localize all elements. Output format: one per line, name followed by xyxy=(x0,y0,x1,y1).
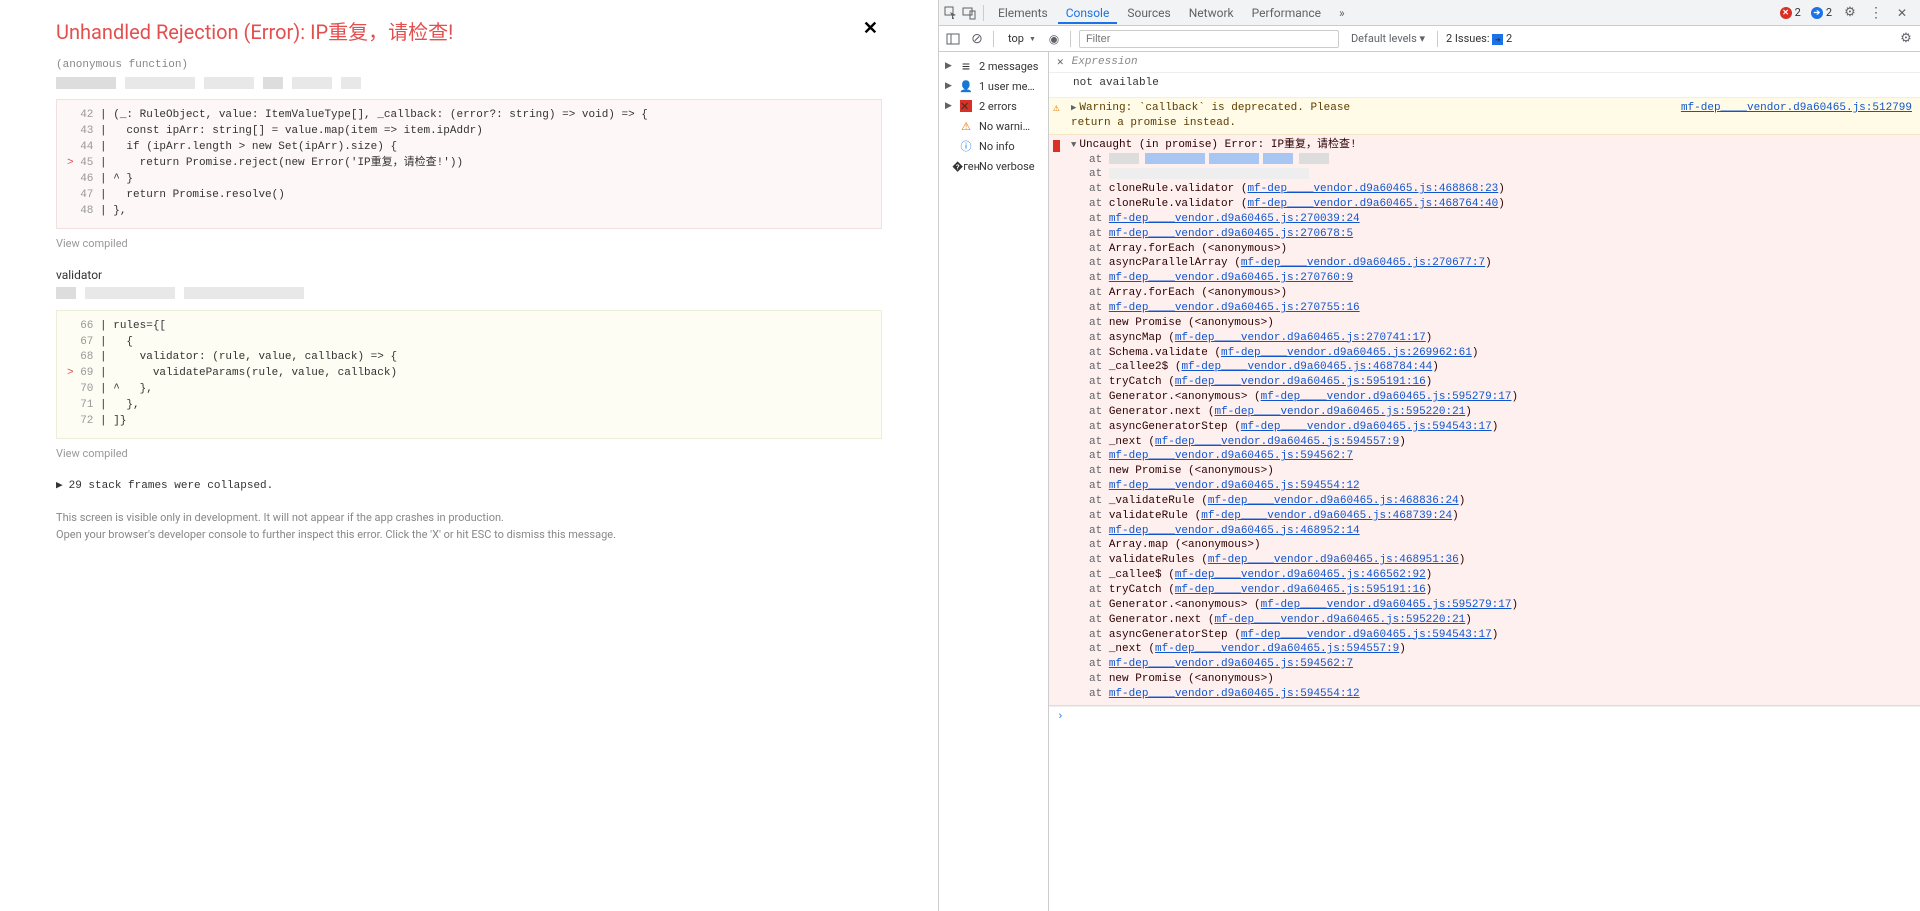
console-sidebar: ▶2 messages ▶👤1 user me… ▶✕2 errors ⚠No … xyxy=(939,52,1049,911)
tabs-overflow[interactable]: » xyxy=(1331,2,1353,24)
sidebar-item-warnings[interactable]: ⚠No warni… xyxy=(939,116,1048,136)
expression-value: not available xyxy=(1049,73,1920,98)
sidebar-item-verbose[interactable]: �генNo verbose xyxy=(939,156,1048,176)
kebab-menu-icon[interactable] xyxy=(1868,5,1884,21)
view-compiled-link[interactable]: View compiled xyxy=(56,237,882,250)
stack-link[interactable]: mf-dep____vendor.d9a60465.js:270755:16 xyxy=(1109,302,1360,314)
warning-source-link[interactable]: mf-dep____vendor.d9a60465.js:512799 xyxy=(1681,101,1912,116)
stack-link[interactable]: mf-dep____vendor.d9a60465.js:594562:7 xyxy=(1109,658,1353,670)
message-count-badge[interactable]: ➔2 xyxy=(1811,6,1832,19)
redacted-source-path-2 xyxy=(56,286,882,300)
view-compiled-link-2[interactable]: View compiled xyxy=(56,447,882,460)
verbose-icon: �ген xyxy=(959,159,973,173)
validator-label: validator xyxy=(56,268,882,282)
error-count-badge[interactable]: ✕2 xyxy=(1780,6,1801,19)
console-output: ✕ Expression not available ⚠ mf-dep____v… xyxy=(1049,52,1920,911)
filter-input[interactable] xyxy=(1079,30,1339,48)
close-devtools-icon[interactable]: ✕ xyxy=(1894,5,1910,21)
stack-link[interactable]: mf-dep____vendor.d9a60465.js:594543:17 xyxy=(1241,421,1492,433)
sidebar-item-info[interactable]: ⓘNo info xyxy=(939,136,1048,156)
stack-link[interactable]: mf-dep____vendor.d9a60465.js:595191:16 xyxy=(1175,584,1426,596)
stack-link[interactable]: mf-dep____vendor.d9a60465.js:594554:12 xyxy=(1109,480,1360,492)
status-badges: ✕2 ➔2 ✕ xyxy=(1780,5,1916,21)
warning-triangle-icon: ⚠ xyxy=(1053,102,1067,117)
anonymous-function-label: (anonymous function) xyxy=(56,59,882,71)
stack-link[interactable]: mf-dep____vendor.d9a60465.js:466562:92 xyxy=(1175,569,1426,581)
stack-link[interactable]: mf-dep____vendor.d9a60465.js:595279:17 xyxy=(1261,599,1512,611)
tab-network[interactable]: Network xyxy=(1181,2,1242,24)
stack-link[interactable]: mf-dep____vendor.d9a60465.js:270760:9 xyxy=(1109,272,1353,284)
stack-link[interactable]: mf-dep____vendor.d9a60465.js:468951:36 xyxy=(1208,554,1459,566)
devtools-tabs: Elements Console Sources Network Perform… xyxy=(939,0,1920,26)
inspect-icon[interactable] xyxy=(943,5,959,21)
redacted-source-path xyxy=(56,75,882,89)
stack-link[interactable]: mf-dep____vendor.d9a60465.js:270677:7 xyxy=(1241,257,1485,269)
code-block-1: 42 | (_: RuleObject, value: ItemValueTyp… xyxy=(56,99,882,229)
error-icon: ✕ xyxy=(959,99,973,113)
stack-link[interactable]: mf-dep____vendor.d9a60465.js:270741:17 xyxy=(1175,332,1426,344)
console-toolbar: top Default levels ▾ 2 Issues: ➔ 2 xyxy=(939,26,1920,52)
stack-link[interactable]: mf-dep____vendor.d9a60465.js:595191:16 xyxy=(1175,376,1426,388)
console-prompt[interactable]: › xyxy=(1049,706,1920,727)
collapsed-frames[interactable]: ▶29 stack frames were collapsed. xyxy=(56,478,882,492)
tab-elements[interactable]: Elements xyxy=(990,2,1056,24)
tab-sources[interactable]: Sources xyxy=(1119,2,1178,24)
log-levels-dropdown[interactable]: Default levels ▾ xyxy=(1347,30,1429,47)
stack-link[interactable]: mf-dep____vendor.d9a60465.js:270678:5 xyxy=(1109,228,1353,240)
tab-performance[interactable]: Performance xyxy=(1244,2,1329,24)
gear-icon[interactable] xyxy=(1842,5,1858,21)
stack-link[interactable]: mf-dep____vendor.d9a60465.js:270039:24 xyxy=(1109,213,1360,225)
stack-link[interactable]: mf-dep____vendor.d9a60465.js:594562:7 xyxy=(1109,450,1353,462)
expression-placeholder[interactable]: Expression xyxy=(1072,56,1138,68)
stack-link[interactable]: mf-dep____vendor.d9a60465.js:594554:12 xyxy=(1109,688,1360,700)
error-overlay: ✕ Unhandled Rejection (Error): IP重复，请检查!… xyxy=(0,0,938,911)
stack-link[interactable]: mf-dep____vendor.d9a60465.js:594557:9 xyxy=(1155,643,1399,655)
sidebar-item-user[interactable]: ▶👤1 user me… xyxy=(939,76,1048,96)
stack-link[interactable]: mf-dep____vendor.d9a60465.js:594543:17 xyxy=(1241,629,1492,641)
stack-link[interactable]: mf-dep____vendor.d9a60465.js:595220:21 xyxy=(1214,406,1465,418)
warning-icon: ⚠ xyxy=(959,119,973,133)
expression-bar: ✕ Expression xyxy=(1049,52,1920,73)
console-error: ✕ ▼Uncaught (in promise) Error: IP重复，请检查… xyxy=(1049,135,1920,706)
stack-link[interactable]: mf-dep____vendor.d9a60465.js:468868:23 xyxy=(1247,183,1498,195)
device-toggle-icon[interactable] xyxy=(961,5,977,21)
user-icon: 👤 xyxy=(959,79,973,93)
live-expression-icon[interactable] xyxy=(1046,31,1062,47)
console-warning: ⚠ mf-dep____vendor.d9a60465.js:512799 ▶W… xyxy=(1049,98,1920,135)
clear-console-icon[interactable] xyxy=(969,31,985,47)
list-icon xyxy=(959,59,973,73)
expand-arrow-icon: ▶ xyxy=(56,480,63,492)
stack-link[interactable]: mf-dep____vendor.d9a60465.js:468784:44 xyxy=(1181,361,1432,373)
stack-link[interactable]: mf-dep____vendor.d9a60465.js:468836:24 xyxy=(1208,495,1459,507)
error-circle-icon: ✕ xyxy=(1053,139,1067,154)
stack-link[interactable]: mf-dep____vendor.d9a60465.js:468952:14 xyxy=(1109,525,1360,537)
stack-trace: at at at cloneRule.validator (mf-dep____… xyxy=(1071,153,1912,702)
error-title: Unhandled Rejection (Error): IP重复，请检查! xyxy=(56,16,882,45)
code-block-2: 66 | rules={[ 67 | { 68 | validator: (ru… xyxy=(56,310,882,440)
expand-icon[interactable]: ▶ xyxy=(1071,103,1076,113)
sidebar-toggle-icon[interactable] xyxy=(945,31,961,47)
close-button[interactable]: ✕ xyxy=(863,18,878,39)
collapse-icon[interactable]: ▼ xyxy=(1071,140,1076,150)
devtools-panel: Elements Console Sources Network Perform… xyxy=(938,0,1920,911)
console-settings-icon[interactable] xyxy=(1898,31,1914,47)
stack-link[interactable]: mf-dep____vendor.d9a60465.js:595220:21 xyxy=(1214,614,1465,626)
info-icon: ⓘ xyxy=(959,139,973,153)
issues-label[interactable]: 2 Issues: ➔ 2 xyxy=(1446,32,1512,46)
stack-link[interactable]: mf-dep____vendor.d9a60465.js:595279:17 xyxy=(1261,391,1512,403)
stack-link[interactable]: mf-dep____vendor.d9a60465.js:594557:9 xyxy=(1155,436,1399,448)
stack-link[interactable]: mf-dep____vendor.d9a60465.js:468739:24 xyxy=(1201,510,1452,522)
stack-link[interactable]: mf-dep____vendor.d9a60465.js:269962:61 xyxy=(1221,347,1472,359)
error-message: Uncaught (in promise) Error: IP重复，请检查! xyxy=(1079,139,1356,151)
stack-link[interactable]: mf-dep____vendor.d9a60465.js:468764:40 xyxy=(1247,198,1498,210)
sidebar-item-errors[interactable]: ▶✕2 errors xyxy=(939,96,1048,116)
dev-footer-note: This screen is visible only in developme… xyxy=(56,510,882,543)
close-expression-icon[interactable]: ✕ xyxy=(1057,55,1064,69)
tab-console[interactable]: Console xyxy=(1058,2,1118,24)
sidebar-item-messages[interactable]: ▶2 messages xyxy=(939,56,1048,76)
context-selector[interactable]: top xyxy=(1002,31,1038,46)
